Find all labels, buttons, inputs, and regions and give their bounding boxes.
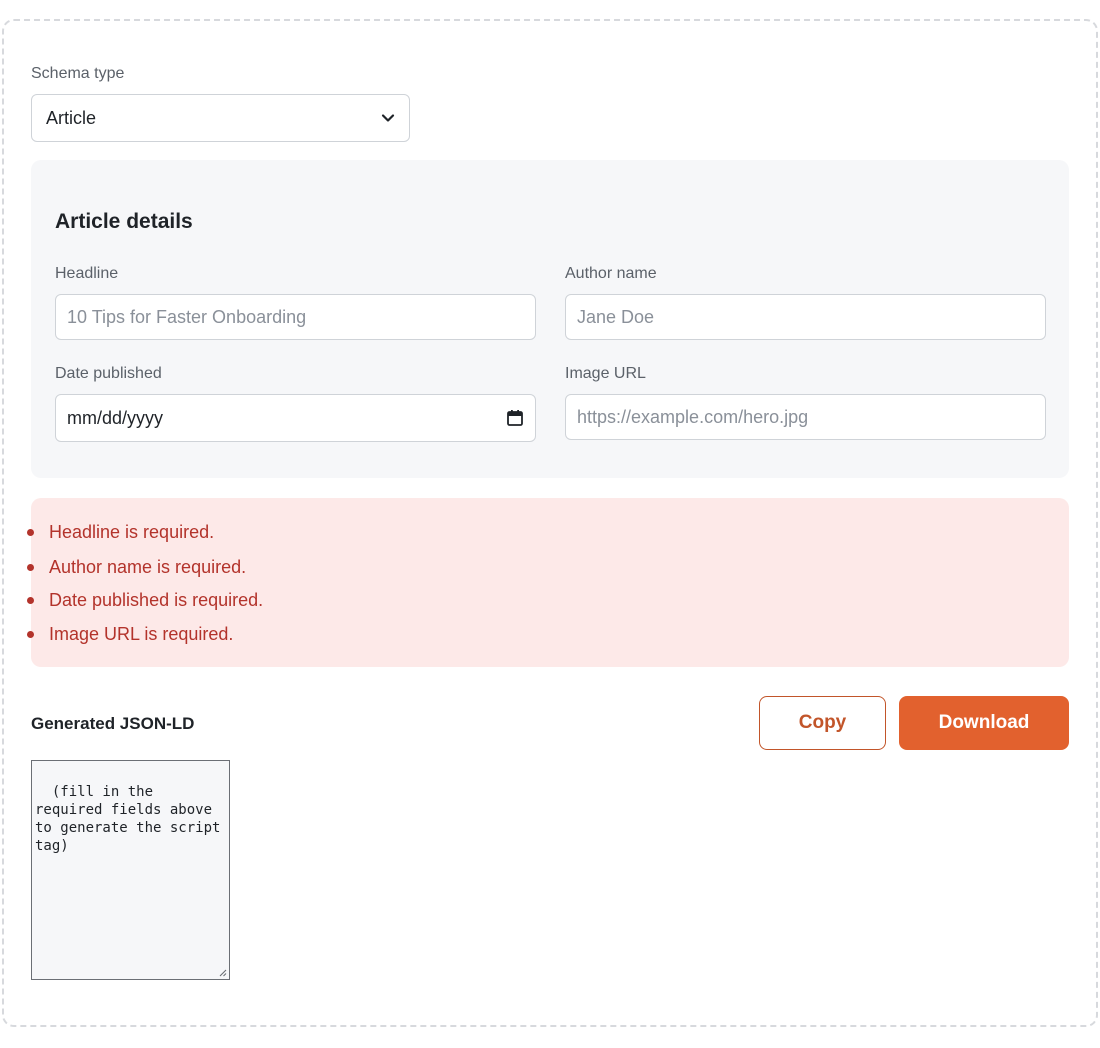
date-label: Date published: [55, 365, 162, 382]
date-value: mm/dd/yyyy: [67, 407, 164, 428]
schema-type-label: Schema type: [31, 65, 125, 82]
date-input[interactable]: mm/dd/yyyy: [55, 394, 536, 442]
bullet-icon: [27, 596, 34, 604]
output-title: Generated JSON-LD: [31, 714, 195, 733]
bullet-icon: [27, 528, 34, 536]
author-placeholder: Jane Doe: [577, 306, 655, 327]
author-label: Author name: [565, 265, 657, 282]
error-text: Author name is required.: [49, 557, 247, 577]
author-input[interactable]: Jane Doe: [565, 294, 1046, 340]
chevron-down-icon: [381, 114, 395, 122]
json-ld-output[interactable]: (fill in the required fields above to ge…: [31, 760, 230, 980]
error-item: Date published is required.: [27, 590, 264, 610]
bullet-icon: [27, 563, 34, 571]
error-item: Headline is required.: [27, 522, 215, 542]
download-button[interactable]: Download: [899, 696, 1069, 750]
error-text: Date published is required.: [49, 590, 264, 610]
image-url-input[interactable]: https://example.com/hero.jpg: [565, 394, 1046, 440]
error-item: Image URL is required.: [27, 624, 234, 644]
error-text: Image URL is required.: [49, 624, 234, 644]
headline-placeholder: 10 Tips for Faster Onboarding: [67, 306, 307, 327]
bullet-icon: [27, 630, 34, 638]
image-url-label: Image URL: [565, 365, 646, 382]
json-ld-text: (fill in the required fields above to ge…: [35, 784, 229, 854]
error-text: Headline is required.: [49, 522, 215, 542]
details-title: Article details: [55, 210, 193, 233]
schema-type-select[interactable]: Article: [31, 94, 410, 142]
copy-button[interactable]: Copy: [759, 696, 886, 750]
error-item: Author name is required.: [27, 557, 247, 577]
headline-input[interactable]: 10 Tips for Faster Onboarding: [55, 294, 536, 340]
image-url-placeholder: https://example.com/hero.jpg: [577, 406, 809, 427]
resize-grip-icon[interactable]: [218, 968, 227, 977]
error-list: Headline is required. Author name is req…: [27, 498, 531, 667]
calendar-icon[interactable]: [506, 409, 524, 427]
headline-label: Headline: [55, 265, 119, 282]
schema-type-value: Article: [46, 107, 97, 128]
